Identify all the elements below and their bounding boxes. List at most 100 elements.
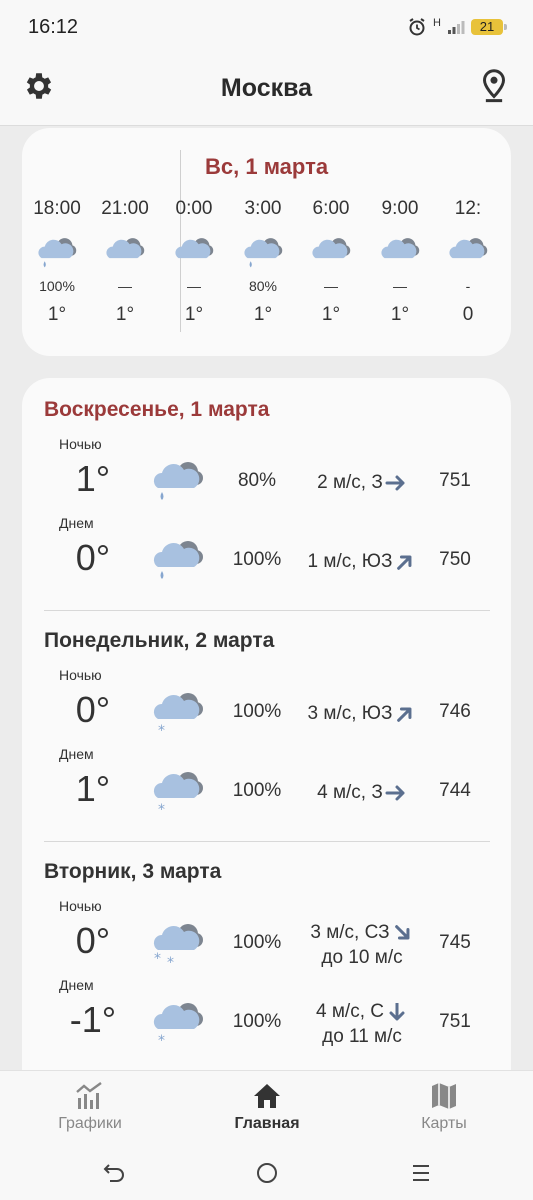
wind-info: 3 м/с, СЗ до 10 м/с	[292, 920, 432, 970]
period-label: Днем	[59, 977, 94, 993]
temperature: 0°	[75, 537, 111, 578]
pressure: 745	[439, 932, 471, 953]
wind-text: 2 м/с, З	[317, 472, 383, 493]
wind-speed-direction: 1 м/с, ЮЗ	[292, 549, 432, 574]
cloud-rain-icon	[153, 541, 203, 579]
wind-info: 4 м/с, З	[292, 780, 432, 805]
pressure: 744	[439, 780, 471, 801]
nav-maps[interactable]: Карты	[374, 1081, 514, 1133]
hourly-date: Вс, 1 марта	[205, 154, 329, 179]
hour-column[interactable]: 12: - 0	[436, 198, 500, 326]
cloud-rain-icon	[153, 462, 203, 500]
hour-column[interactable]: 3:00 80% 1°	[231, 198, 295, 326]
wind-text: 3 м/с, ЮЗ	[307, 703, 393, 724]
nav-charts-label: Графики	[58, 1115, 122, 1132]
precip-probability: 100%	[232, 780, 282, 801]
day-separator	[44, 610, 490, 611]
pressure: 746	[439, 701, 471, 722]
hour-temperature: 1°	[184, 304, 204, 325]
hour-precip-probability: 80%	[248, 278, 278, 294]
hour-precip-probability: -	[465, 278, 471, 294]
chart-icon	[76, 1082, 102, 1109]
pressure: 750	[439, 549, 471, 570]
svg-text:*: *	[154, 951, 161, 967]
home-icon	[254, 1084, 280, 1108]
hour-precip-probability: —	[324, 278, 338, 294]
hour-temperature: 1°	[321, 304, 341, 325]
day-separator	[44, 841, 490, 842]
hour-time: 21:00	[101, 198, 149, 219]
battery-indicator: 21	[471, 19, 507, 35]
back-icon[interactable]	[101, 1160, 127, 1186]
precip-probability: 80%	[237, 470, 277, 491]
hour-column[interactable]: 21:00 — 1°	[93, 198, 157, 326]
pressure: 751	[439, 1011, 471, 1032]
forecast-row[interactable]: Днем -1° * 100% 4 м/с, С до 11 м/с 751	[22, 977, 511, 1056]
forecast-row[interactable]: Ночью 0° * * 100% 3 м/с, СЗ до 10 м/с 745	[22, 898, 511, 977]
temperature: 1°	[75, 458, 111, 499]
forecast-row[interactable]: Ночью 1° 80% 2 м/с, З 751	[22, 436, 511, 515]
cloud-icon	[381, 238, 420, 259]
day-title: Воскресенье, 1 марта	[44, 398, 270, 421]
wind-speed-direction: 4 м/с, З	[292, 780, 432, 805]
precip-probability: 100%	[232, 701, 282, 722]
cloud-snow-icon: *	[153, 1003, 203, 1047]
hour-time: 0:00	[175, 198, 213, 219]
wind-speed-direction: 4 м/с, С	[292, 999, 432, 1024]
hour-temperature: 1°	[47, 304, 67, 325]
bottom-navigation: Графики Главная Карты	[0, 1070, 533, 1142]
wind-arrow-icon	[394, 925, 410, 940]
hourly-forecast-card[interactable]: Вс, 1 марта 18:00 100% 1° 21:00—1° 0:00—1° 3:…	[22, 128, 511, 356]
temperature: 0°	[75, 689, 111, 730]
cloud-icon	[175, 238, 214, 259]
hour-time: 9:00	[381, 198, 419, 219]
cloud-snow-icon: *	[153, 693, 203, 737]
hour-column[interactable]: 6:00 — 1°	[299, 198, 363, 326]
cloud-icon	[312, 238, 351, 259]
wind-arrow-icon	[385, 785, 405, 801]
nav-home[interactable]: Главная	[197, 1081, 337, 1133]
location-pin-icon[interactable]	[477, 68, 511, 106]
forecast-row[interactable]: Днем 1° * 100% 4 м/с, З 744	[22, 746, 511, 825]
hour-column[interactable]: 18:00 100% 1°	[25, 198, 89, 326]
precip-probability: 100%	[232, 549, 282, 570]
status-icons: H 21	[407, 17, 507, 37]
wind-info: 3 м/с, ЮЗ	[292, 701, 432, 726]
cloud-snow-icon: *	[153, 772, 203, 816]
wind-info: 2 м/с, З	[292, 470, 432, 495]
nav-maps-label: Карты	[421, 1115, 467, 1132]
wind-info: 4 м/с, С до 11 м/с	[292, 999, 432, 1049]
wind-text: 1 м/с, ЮЗ	[307, 551, 393, 572]
period-label: Ночью	[59, 667, 102, 683]
forecast-row[interactable]: Днем 0° 100% 1 м/с, ЮЗ 750	[22, 515, 511, 594]
svg-text:*: *	[167, 955, 174, 968]
hour-temperature: 0	[462, 304, 474, 325]
forecast-row[interactable]: Ночью 0° * 100% 3 м/с, ЮЗ 746	[22, 667, 511, 746]
menu-icon[interactable]	[408, 1160, 434, 1186]
nav-charts[interactable]: Графики	[20, 1081, 160, 1133]
daily-forecast-card[interactable]: Воскресенье, 1 марта Ночью 1° 80% 2 м/с, З 75…	[22, 378, 511, 1078]
alarm-icon	[409, 18, 425, 36]
wind-info: 1 м/с, ЮЗ	[292, 549, 432, 574]
svg-text:*: *	[158, 802, 165, 816]
wind-arrow-icon	[389, 1002, 405, 1021]
cloud-rain-icon	[244, 238, 283, 268]
system-navigation-bar	[0, 1142, 533, 1200]
hour-time: 6:00	[312, 198, 350, 219]
hour-time: 12:	[454, 198, 482, 219]
wind-gust: до 10 м/с	[321, 947, 403, 968]
hour-temperature: 1°	[115, 304, 135, 325]
wind-gust: до 11 м/с	[322, 1026, 402, 1047]
temperature: 1°	[75, 768, 111, 809]
hour-temperature: 1°	[253, 304, 273, 325]
svg-text:*: *	[158, 1033, 165, 1047]
period-label: Днем	[59, 746, 94, 762]
home-circle-icon[interactable]	[254, 1160, 280, 1186]
hour-column[interactable]: 0:00 — 1°	[162, 198, 226, 326]
wind-arrow-icon	[385, 475, 405, 491]
cloud-icon	[106, 238, 145, 259]
temperature: -1°	[69, 999, 117, 1040]
wind-speed-direction: 2 м/с, З	[292, 470, 432, 495]
hour-column[interactable]: 9:00 — 1°	[368, 198, 432, 326]
wind-speed-direction: 3 м/с, ЮЗ	[292, 701, 432, 726]
